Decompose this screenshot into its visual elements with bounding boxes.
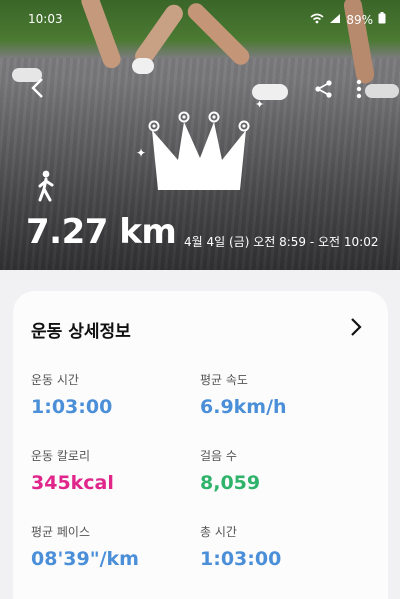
metric-label: 운동 시간 bbox=[31, 373, 79, 387]
metric-calories: 운동 칼로리 345kcal bbox=[31, 447, 114, 494]
sparkle-icon: ✦ bbox=[255, 98, 265, 111]
chevron-right-icon[interactable] bbox=[350, 317, 362, 341]
metric-value: 8,059 bbox=[200, 472, 261, 494]
header-photo: 10:03 89% ✦ ✦ 7.27 km 4월 4일 (금) 오전 8:59 … bbox=[0, 0, 400, 270]
signal-icon bbox=[329, 13, 341, 27]
details-card: 운동 상세정보 운동 시간 1:03:00 평균 속도 6.9km/h 운동 칼… bbox=[13, 291, 388, 599]
metric-value: 6.9km/h bbox=[200, 396, 287, 418]
runner-shoe bbox=[132, 58, 154, 74]
metric-avg-pace: 평균 페이스 08'39"/km bbox=[31, 523, 139, 570]
status-icons: 89% bbox=[310, 12, 386, 27]
battery-text: 89% bbox=[346, 12, 373, 27]
sparkle-icon: ✦ bbox=[136, 146, 147, 160]
status-time: 10:03 bbox=[28, 12, 63, 26]
back-icon[interactable] bbox=[30, 76, 44, 106]
metric-value: 345kcal bbox=[31, 472, 114, 494]
status-bar: 10:03 89% bbox=[0, 6, 400, 28]
activity-datetime: 4월 4일 (금) 오전 8:59 - 오전 10:02 bbox=[184, 235, 379, 249]
more-icon[interactable] bbox=[356, 76, 362, 106]
metric-value: 08'39"/km bbox=[31, 548, 139, 570]
metric-label: 걸음 수 bbox=[200, 449, 237, 463]
metric-label: 운동 칼로리 bbox=[31, 449, 91, 463]
metric-label: 평균 페이스 bbox=[31, 525, 91, 539]
walking-icon bbox=[36, 170, 56, 206]
crown-icon bbox=[148, 108, 252, 198]
metric-value: 1:03:00 bbox=[31, 396, 113, 418]
metric-label: 총 시간 bbox=[200, 525, 237, 539]
metric-total-time: 총 시간 1:03:00 bbox=[200, 523, 281, 570]
metric-steps: 걸음 수 8,059 bbox=[200, 447, 260, 494]
distance-value: 7.27 km bbox=[26, 212, 177, 252]
details-title: 운동 상세정보 bbox=[31, 322, 131, 342]
metric-label: 평균 속도 bbox=[200, 373, 248, 387]
metric-avg-speed: 평균 속도 6.9km/h bbox=[200, 371, 287, 418]
share-icon[interactable] bbox=[314, 76, 334, 106]
wifi-icon bbox=[310, 13, 324, 27]
battery-icon bbox=[378, 12, 386, 27]
metric-value: 1:03:00 bbox=[200, 548, 282, 570]
runner-shoe bbox=[365, 84, 399, 98]
metric-workout-time: 운동 시간 1:03:00 bbox=[31, 371, 112, 418]
